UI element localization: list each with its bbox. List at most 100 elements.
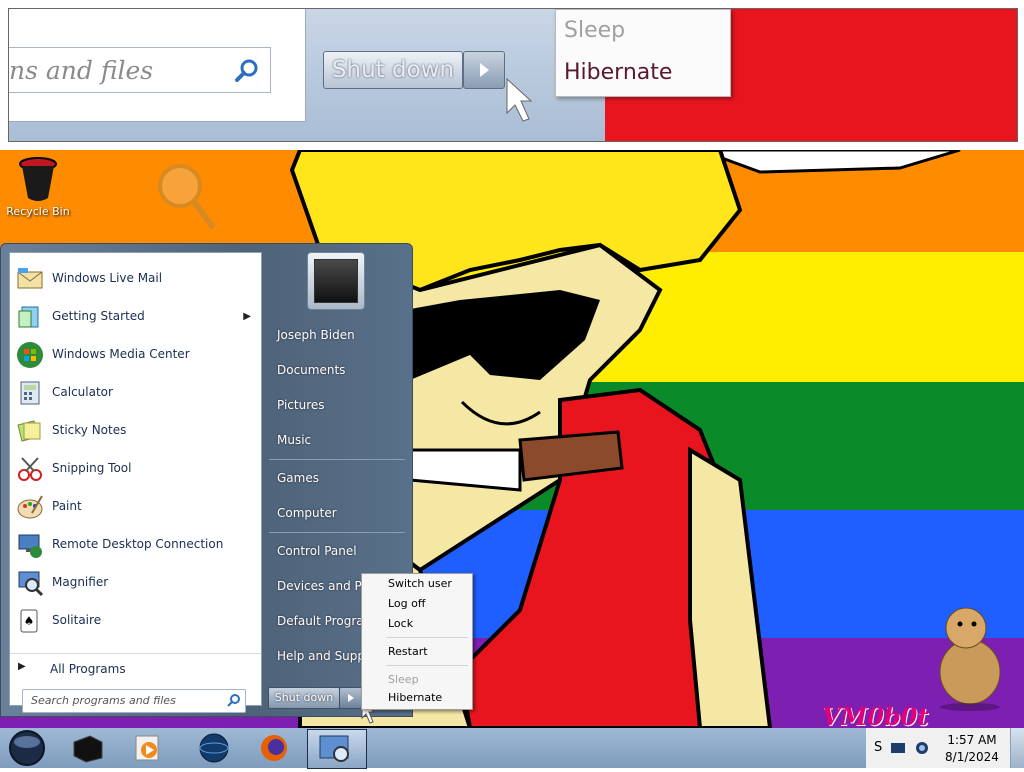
recycle-bin-icon	[19, 157, 57, 201]
inset-menu-hibernate[interactable]: Hibernate	[564, 60, 672, 85]
program-label: Snipping Tool	[52, 461, 132, 475]
right-link-games[interactable]: Games	[277, 471, 319, 485]
clock-date[interactable]: 8/1/2024	[944, 750, 1000, 764]
taskbar-app-5-active[interactable]	[307, 729, 367, 769]
program-item-magnifier[interactable]: Magnifier	[10, 565, 261, 601]
tray-letter: S	[874, 740, 883, 755]
inset-power-menu: Sleep Hibernate	[555, 9, 731, 97]
program-label: Remote Desktop Connection	[52, 537, 224, 551]
right-link-pictures[interactable]: Pictures	[277, 398, 325, 412]
program-label: Getting Started	[52, 309, 145, 323]
menu-item-sleep: Sleep	[388, 673, 419, 686]
program-label: Paint	[52, 499, 82, 513]
right-link-documents[interactable]: Documents	[277, 363, 345, 377]
calculator-icon	[20, 381, 40, 405]
menu-separator	[386, 665, 468, 666]
power-options-menu: Switch user Log off Lock Restart Sleep H…	[361, 573, 473, 710]
menu-item-lock[interactable]: Lock	[388, 617, 413, 630]
right-link-user[interactable]: Joseph Biden	[277, 328, 355, 342]
sticky-notes-icon	[17, 420, 41, 442]
menu-item-switch-user[interactable]: Switch user	[388, 577, 452, 590]
program-label: Magnifier	[52, 575, 109, 589]
chevron-right-icon: ▶	[18, 661, 26, 672]
search-icon	[227, 694, 240, 707]
menu-item-log-off[interactable]: Log off	[388, 597, 425, 610]
menu-item-restart[interactable]: Restart	[388, 645, 428, 658]
inset-menu-sleep: Sleep	[564, 18, 626, 43]
program-item-remote-desktop[interactable]: Remote Desktop Connection	[10, 527, 261, 563]
divider	[269, 459, 405, 460]
right-link-help-support[interactable]: Help and Suppo	[277, 649, 372, 663]
inset-shutdown-arrow-button[interactable]	[463, 51, 505, 89]
recycle-bin-label: Recycle Bin	[6, 205, 70, 218]
program-item-windows-live-mail[interactable]: Windows Live Mail	[10, 261, 261, 297]
getting-started-icon	[18, 306, 39, 328]
shutdown-button[interactable]: Shut down	[268, 687, 340, 709]
inset-shutdown-button[interactable]: Shut down	[323, 51, 463, 89]
scissors-icon	[18, 457, 42, 481]
program-item-solitaire[interactable]: ♠ Solitaire	[10, 603, 261, 639]
magnifier-icon	[18, 571, 44, 597]
all-programs-label: All Programs	[50, 662, 126, 676]
program-item-windows-media-center[interactable]: Windows Media Center	[10, 337, 261, 373]
avatar-image	[314, 259, 358, 303]
inset-cursor-icon	[506, 77, 533, 122]
taskbar-app-black-icon	[73, 735, 103, 763]
globe-icon	[199, 733, 229, 763]
programs-pane: Windows Live Mail Getting Started ▶ Wind…	[9, 252, 262, 713]
inset-search-input[interactable]: ns and files	[9, 47, 271, 93]
start-button[interactable]	[4, 730, 50, 766]
program-label: Sticky Notes	[52, 423, 127, 437]
search-placeholder: Search programs and files	[31, 694, 176, 707]
system-tray: S 1:57 AM 8/1/2024	[866, 728, 1024, 768]
taskbar-app-3[interactable]	[196, 732, 232, 764]
media-center-icon	[17, 342, 43, 368]
show-desktop-button[interactable]	[1010, 728, 1024, 768]
inset-search-text: ns and files	[9, 56, 154, 85]
taskbar-app-4[interactable]	[256, 732, 292, 764]
program-label: Windows Media Center	[52, 347, 190, 361]
start-menu: Windows Live Mail Getting Started ▶ Wind…	[0, 243, 413, 717]
right-link-control-panel[interactable]: Control Panel	[277, 544, 357, 558]
inset-frame: ns and files Shut down Sleep Hibernate	[8, 8, 1018, 142]
wallpaper-text: VM0b0t	[822, 702, 929, 728]
program-item-sticky-notes[interactable]: Sticky Notes	[10, 413, 261, 449]
submenu-arrow-icon: ▶	[243, 311, 251, 322]
program-item-paint[interactable]: Paint	[10, 489, 261, 525]
program-item-calculator[interactable]: Calculator	[10, 375, 261, 411]
search-input[interactable]: Search programs and files	[22, 689, 246, 713]
user-avatar[interactable]	[307, 252, 365, 310]
program-label: Solitaire	[52, 613, 102, 627]
desktop-icon-recycle-bin[interactable]: Recycle Bin	[6, 156, 70, 218]
chevron-right-icon	[348, 694, 354, 702]
program-label: Calculator	[52, 385, 113, 399]
program-item-getting-started[interactable]: Getting Started ▶	[10, 299, 261, 335]
start-orb-icon	[9, 730, 45, 766]
remote-desktop-icon	[18, 534, 42, 558]
clock-time[interactable]: 1:57 AM	[944, 733, 1000, 747]
paint-palette-icon	[17, 495, 43, 519]
cards-icon: ♠	[20, 609, 38, 633]
program-item-snipping-tool[interactable]: Snipping Tool	[10, 451, 261, 487]
divider	[269, 532, 405, 533]
chevron-right-icon	[480, 63, 489, 77]
program-label: Windows Live Mail	[52, 271, 163, 285]
hamster-icon	[939, 607, 1001, 711]
right-link-music[interactable]: Music	[277, 433, 311, 447]
search-icon	[235, 59, 258, 82]
all-programs-button[interactable]: ▶ All Programs	[10, 653, 261, 682]
network-icon[interactable]	[890, 740, 906, 756]
media-player-icon	[135, 735, 159, 761]
zoomed-inset: ns and files Shut down Sleep Hibernate	[0, 0, 1024, 148]
taskbar-app-1[interactable]	[70, 732, 106, 764]
taskbar-app-2[interactable]	[132, 732, 168, 764]
svg-text:♠: ♠	[24, 614, 35, 628]
menu-item-hibernate[interactable]: Hibernate	[388, 691, 442, 704]
menu-separator	[386, 637, 468, 638]
right-link-computer[interactable]: Computer	[277, 506, 337, 520]
magnifier-window-icon	[319, 735, 349, 762]
desktop-icon-magnifier[interactable]	[150, 158, 220, 233]
mail-icon	[17, 268, 43, 289]
magnifier-icon	[158, 164, 215, 229]
volume-icon[interactable]	[914, 740, 930, 756]
